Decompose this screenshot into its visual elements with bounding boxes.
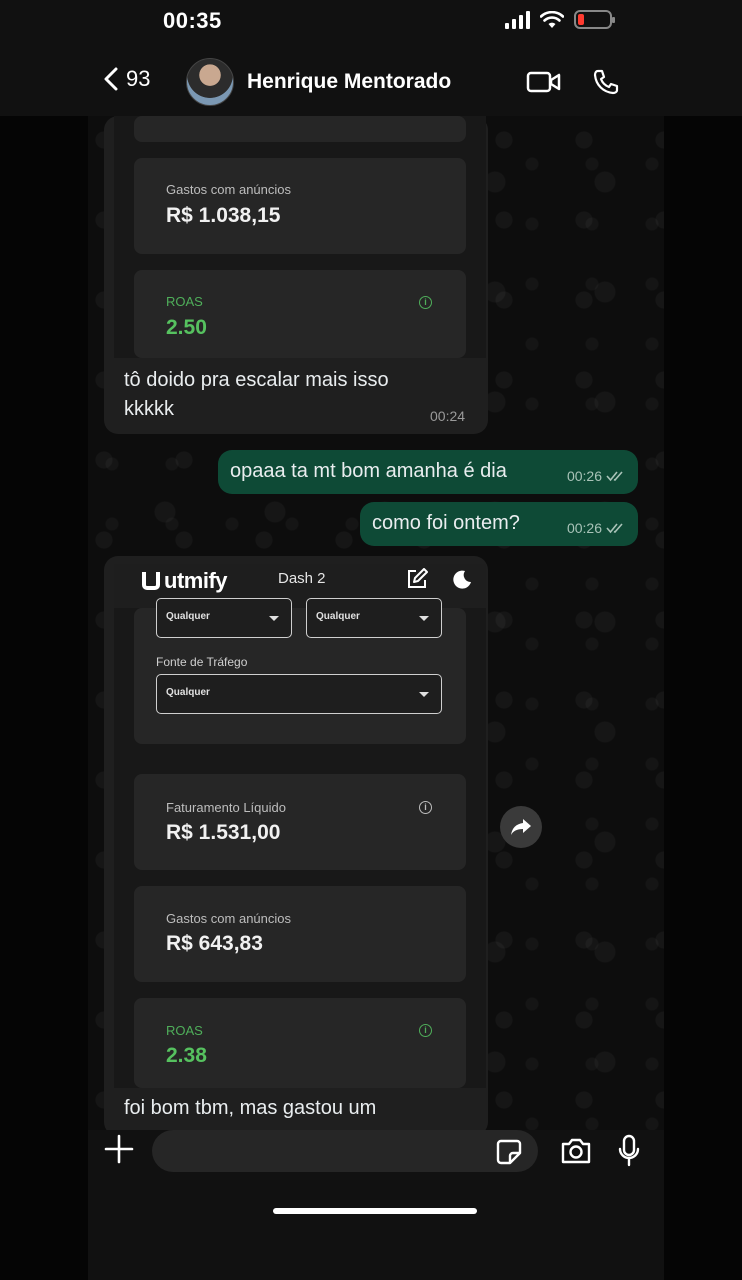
filter-select-2: Qualquer xyxy=(306,598,442,638)
read-receipt-icon xyxy=(606,471,623,482)
info-icon: i xyxy=(419,296,432,309)
metric-label: Gastos com anúncios xyxy=(166,182,292,197)
edit-icon xyxy=(408,568,428,588)
signal-icon xyxy=(505,10,530,29)
forward-button[interactable] xyxy=(500,806,542,848)
status-icons xyxy=(505,10,615,29)
info-icon: i xyxy=(419,1024,432,1037)
wifi-icon xyxy=(540,10,564,28)
home-indicator[interactable] xyxy=(273,1208,477,1214)
unread-count: 93 xyxy=(126,66,151,91)
plus-icon xyxy=(104,1134,134,1164)
message-input[interactable] xyxy=(152,1130,538,1172)
traffic-source-label: Fonte de Tráfego xyxy=(156,655,248,669)
phone-call-icon[interactable] xyxy=(592,68,620,96)
sticker-icon[interactable] xyxy=(496,1139,522,1165)
metric-value: R$ 643,83 xyxy=(166,932,263,955)
metric-card-roas: ROAS i 2.38 xyxy=(134,998,466,1088)
metric-label: ROAS xyxy=(166,294,203,309)
chat-header: 93 Henrique Mentorado xyxy=(0,44,742,116)
status-bar: 00:35 xyxy=(0,0,742,44)
message-time: 00:24 xyxy=(430,408,466,424)
dashboard-name: Dash 2 xyxy=(278,570,326,587)
metric-value: R$ 1.531,00 xyxy=(166,821,281,844)
utmify-logo: utmify xyxy=(142,568,228,594)
metric-value: R$ 1.038,15 xyxy=(166,204,281,227)
metric-card-roas: ROAS i 2.50 xyxy=(134,270,466,358)
back-button[interactable]: 93 xyxy=(104,66,150,92)
status-time: 00:35 xyxy=(163,8,222,33)
message-meta: 00:26 xyxy=(567,520,626,536)
contact-avatar[interactable] xyxy=(186,58,234,106)
utmify-logo-mark xyxy=(142,572,160,590)
forward-icon xyxy=(511,819,531,835)
metric-label: ROAS xyxy=(166,1023,203,1038)
message-caption: foi bom tbm, mas gastou um xyxy=(124,1097,377,1119)
metric-label: Faturamento Líquido xyxy=(166,800,286,815)
video-call-icon[interactable] xyxy=(526,70,562,94)
metric-value: 2.50 xyxy=(166,316,207,339)
info-icon: i xyxy=(419,801,432,814)
battery-icon xyxy=(574,10,615,29)
contact-name[interactable]: Henrique Mentorado xyxy=(247,70,451,94)
chevron-down-icon xyxy=(419,692,429,697)
traffic-source-select: Qualquer xyxy=(156,674,442,714)
metric-card-ad-spend: Gastos com anúncios R$ 643,83 xyxy=(134,886,466,982)
outgoing-message-2[interactable]: como foi ontem? 00:26 xyxy=(360,502,638,546)
microphone-icon[interactable] xyxy=(618,1134,640,1168)
outgoing-message-1[interactable]: opaaa ta mt bom amanha é dia 00:26 xyxy=(218,450,638,494)
message-text: como foi ontem? xyxy=(372,512,520,534)
message-text: opaaa ta mt bom amanha é dia xyxy=(230,460,507,482)
read-receipt-icon xyxy=(606,523,623,534)
metric-value: 2.38 xyxy=(166,1044,207,1067)
moon-icon xyxy=(453,570,471,589)
metric-card-ad-spend: Gastos com anúncios R$ 1.038,15 xyxy=(134,158,466,254)
metric-card-ad-spend xyxy=(134,116,466,142)
camera-icon[interactable] xyxy=(560,1137,592,1165)
message-caption: tô doido pra escalar mais isso kkkkk xyxy=(124,369,389,420)
right-margin xyxy=(664,0,742,1280)
metric-label: Gastos com anúncios xyxy=(166,911,292,926)
chevron-left-icon xyxy=(104,67,118,91)
filter-select-1: Qualquer xyxy=(156,598,292,638)
chevron-down-icon xyxy=(269,616,279,621)
chevron-down-icon xyxy=(419,616,429,621)
message-meta: 00:26 xyxy=(567,468,626,484)
metric-card-net-revenue: Faturamento Líquido i R$ 1.531,00 xyxy=(134,774,466,870)
left-margin xyxy=(0,0,88,1280)
attach-button[interactable] xyxy=(104,1133,134,1171)
